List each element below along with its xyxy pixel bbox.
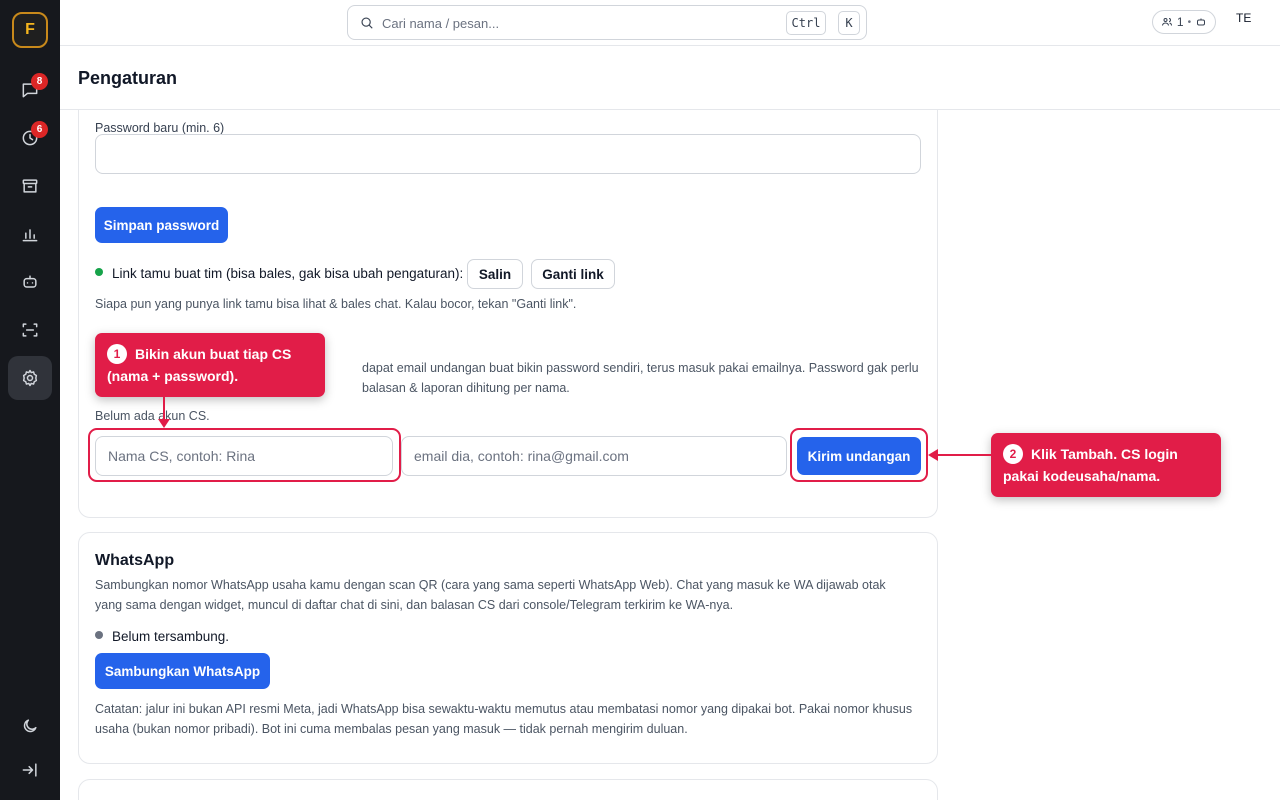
cs-description-line1: dapat email undangan buat bikin password… [362, 361, 919, 375]
new-password-field[interactable] [95, 134, 921, 174]
topbar: Ctrl K 1 • TE [60, 0, 1280, 46]
sidebar-item-analytics[interactable] [8, 212, 52, 256]
online-count: 1 [1176, 15, 1184, 29]
unread-badge: 8 [31, 73, 48, 90]
guest-link-note: Siapa pun yang punya link tamu bisa liha… [95, 297, 577, 311]
next-settings-card [78, 779, 938, 800]
search-input[interactable] [382, 13, 762, 33]
pending-badge: 6 [31, 121, 48, 138]
sidebar-item-scan[interactable] [8, 308, 52, 352]
online-agents-pill[interactable]: 1 • [1152, 10, 1216, 34]
step-1-text: Bikin akun buat tiap CS (nama + password… [107, 346, 292, 384]
copy-link-button[interactable]: Salin [467, 259, 523, 289]
step-2-text: Klik Tambah. CS login pakai kodeusaha/na… [1003, 446, 1178, 484]
app-logo[interactable]: F [12, 12, 48, 48]
whatsapp-title: WhatsApp [95, 552, 175, 569]
bar-chart-icon [22, 229, 38, 242]
no-cs-text: Belum ada akun CS. [95, 409, 210, 423]
step-1-number: 1 [107, 344, 127, 364]
collapse-sidebar-button[interactable] [8, 748, 52, 792]
archive-box-icon [22, 179, 38, 193]
gear-icon [22, 369, 38, 387]
robot-icon [1197, 18, 1206, 26]
callout-step-2: 2 Klik Tambah. CS login pakai kodeusaha/n… [991, 433, 1221, 497]
highlight-cs-name-input [88, 428, 401, 482]
guest-link-status-dot [95, 268, 103, 276]
sidebar-item-history[interactable]: 6 [8, 116, 52, 160]
scan-frame-icon [22, 323, 38, 337]
cs-description-line2: balasan & laporan dihitung per nama. [362, 381, 570, 395]
sidebar-item-chat[interactable]: 8 [8, 68, 52, 112]
theme-toggle[interactable] [8, 704, 52, 748]
shortcut-key-k: K [838, 11, 860, 35]
sidebar-item-settings[interactable] [8, 356, 52, 400]
whatsapp-status-dot [95, 631, 103, 639]
shortcut-key-ctrl: Ctrl [786, 11, 826, 35]
new-password-label: Password baru (min. 6) [95, 121, 225, 135]
step-2-number: 2 [1003, 444, 1023, 464]
callout-2-arrow [928, 449, 992, 461]
presence-separator: • [1187, 16, 1192, 28]
whatsapp-description: Sambungkan nomor WhatsApp usaha kamu den… [95, 578, 886, 612]
sidebar: F 8 6 [0, 0, 60, 800]
highlight-invite-button [790, 428, 928, 482]
change-link-button[interactable]: Ganti link [531, 259, 615, 289]
save-password-button[interactable]: Simpan password [95, 207, 228, 243]
user-avatar-initials[interactable]: TE [1236, 11, 1251, 25]
connect-whatsapp-button[interactable]: Sambungkan WhatsApp [95, 653, 270, 689]
whatsapp-status-text: Belum tersambung. [112, 629, 230, 644]
callout-step-1: 1 Bikin akun buat tiap CS (nama + passwor… [95, 333, 325, 397]
page-title: Pengaturan [78, 68, 178, 88]
callout-1-arrow [158, 393, 170, 428]
arrow-right-to-line-icon [22, 763, 37, 777]
guest-link-text: Link tamu buat tim (bisa bales, gak bisa… [112, 266, 464, 281]
whatsapp-card: WhatsApp Sambungkan nomor WhatsApp usaha… [78, 532, 938, 764]
search-box[interactable]: Ctrl K [347, 5, 867, 40]
robot-icon [23, 275, 37, 288]
moon-icon [23, 719, 37, 733]
cs-email-input[interactable] [401, 436, 787, 476]
whatsapp-note: Catatan: jalur ini bukan API resmi Meta,… [95, 702, 913, 736]
users-icon [1161, 18, 1172, 26]
sidebar-item-bot[interactable] [8, 260, 52, 304]
search-icon [361, 17, 373, 29]
sidebar-item-archive[interactable] [8, 164, 52, 208]
page-header: Pengaturan [60, 46, 1280, 110]
